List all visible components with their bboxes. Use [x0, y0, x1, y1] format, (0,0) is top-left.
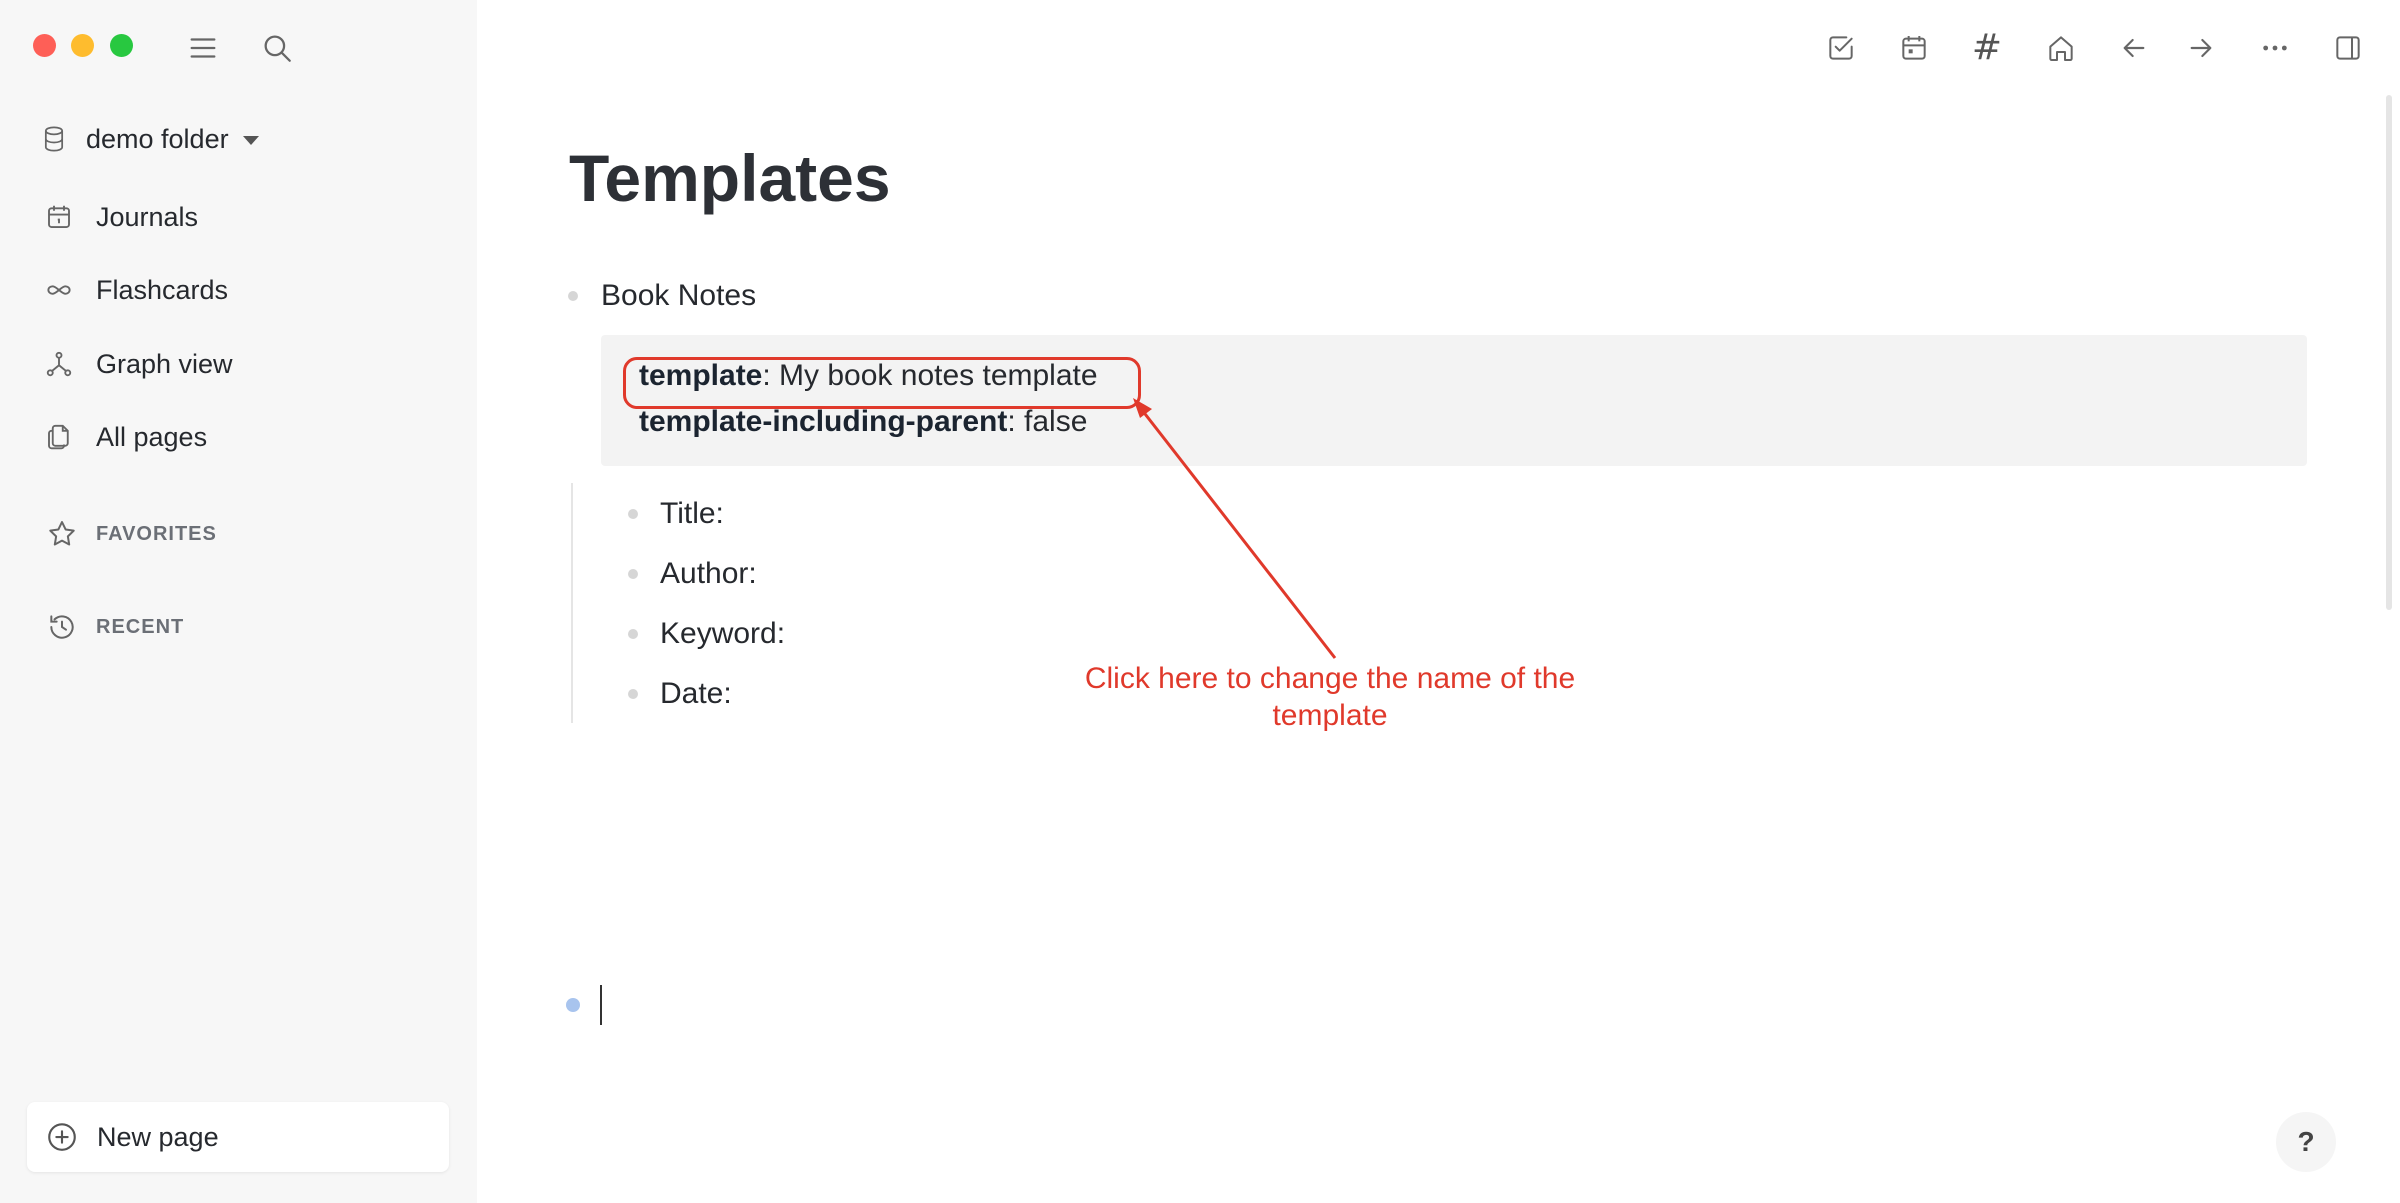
annotation-highlight-box — [623, 357, 1141, 409]
recent-label: RECENT — [96, 615, 185, 638]
child-bullet[interactable] — [628, 629, 638, 639]
page-title[interactable]: Templates — [569, 140, 891, 216]
arrow-right-icon[interactable] — [2181, 28, 2221, 68]
database-icon — [44, 126, 64, 152]
sidebar-item-label: Flashcards — [96, 274, 229, 305]
scrollbar[interactable] — [2386, 95, 2392, 610]
property-value: false — [1024, 405, 1088, 438]
property-key: template-including-parent — [639, 405, 1008, 438]
sidebar-item-journals[interactable]: Journals — [44, 194, 198, 240]
calendar-icon[interactable] — [1894, 28, 1934, 68]
hash-icon[interactable]: # — [1967, 28, 2007, 68]
graph-selector[interactable]: demo folder — [40, 119, 259, 159]
star-icon — [49, 521, 75, 546]
child-block-keyword[interactable]: Keyword: — [660, 617, 785, 651]
annotation-line-2: template — [1272, 699, 1388, 732]
empty-block-bullet[interactable] — [566, 998, 580, 1012]
annotation-line-1: Click here to change the name of the — [1084, 662, 1576, 695]
child-bullet[interactable] — [628, 509, 638, 519]
new-page-button[interactable]: New page — [27, 1102, 449, 1172]
child-guide-line — [571, 483, 573, 723]
text-cursor[interactable] — [600, 985, 602, 1025]
child-block-title[interactable]: Title: — [660, 497, 724, 531]
sidebar-item-label: Graph view — [96, 348, 233, 379]
property-separator: : — [1007, 405, 1025, 438]
graph-icon — [46, 351, 72, 377]
help-button[interactable]: ? — [2276, 1112, 2336, 1172]
history-icon — [50, 615, 74, 639]
menu-icon[interactable] — [183, 28, 223, 68]
left-sidebar: demo folder Journals Flashcards Graph vi… — [0, 0, 477, 1203]
pages-icon — [48, 424, 69, 450]
arrow-left-icon[interactable] — [2114, 28, 2154, 68]
sidebar-item-flashcards[interactable]: Flashcards — [44, 267, 228, 313]
property-template-including-parent[interactable]: template-including-parent: false — [639, 405, 1087, 439]
sidebar-item-label: All pages — [96, 421, 208, 452]
more-icon[interactable] — [2255, 28, 2295, 68]
annotation-text: Click here to change the name of the tem… — [1040, 660, 1620, 734]
sidebar-toggle-icon[interactable] — [2328, 28, 2368, 68]
recent-section[interactable]: RECENT — [46, 607, 184, 647]
graph-name: demo folder — [86, 123, 229, 154]
favorites-label: FAVORITES — [96, 522, 217, 545]
sidebar-item-all-pages[interactable]: All pages — [44, 414, 207, 460]
sidebar-item-graph-view[interactable]: Graph view — [44, 341, 233, 387]
chevron-down-icon — [242, 136, 259, 145]
plus-circle-icon — [48, 1123, 76, 1151]
calendar-icon — [48, 205, 70, 228]
sidebar-item-label: Journals — [96, 201, 199, 232]
todo-checkbox-icon[interactable] — [1821, 28, 1861, 68]
minimize-window-button[interactable] — [71, 34, 94, 57]
child-bullet[interactable] — [628, 689, 638, 699]
favorites-section[interactable]: FAVORITES — [46, 514, 217, 554]
home-icon[interactable] — [2041, 28, 2081, 68]
close-window-button[interactable] — [33, 34, 56, 57]
child-bullet[interactable] — [628, 569, 638, 579]
new-page-label: New page — [97, 1121, 219, 1152]
block-bullet[interactable] — [568, 291, 578, 301]
child-block-date[interactable]: Date: — [660, 677, 732, 711]
infinity-icon — [47, 285, 71, 295]
block-book-notes[interactable]: Book Notes — [601, 279, 756, 313]
zoom-window-button[interactable] — [110, 34, 133, 57]
search-icon[interactable] — [257, 28, 297, 68]
child-block-author[interactable]: Author: — [660, 557, 757, 591]
